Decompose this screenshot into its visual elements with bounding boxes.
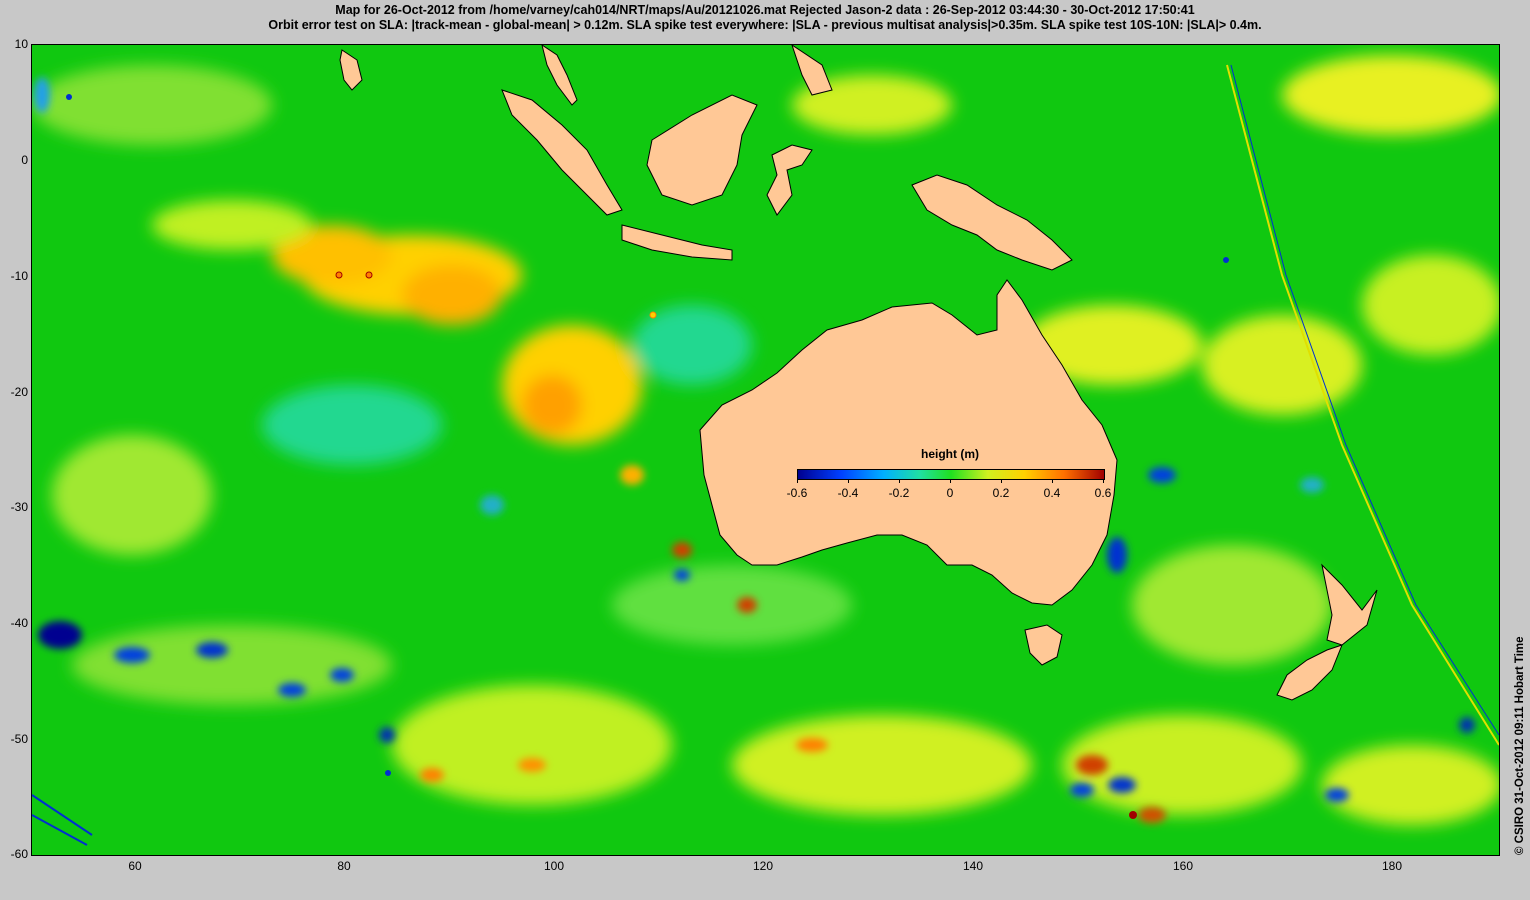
- x-tick-label: 120: [752, 859, 774, 873]
- rejected-point: [1223, 257, 1229, 263]
- y-tick-label: -10: [10, 269, 28, 283]
- sea-level-anomaly-map: [32, 45, 1499, 855]
- x-tick-label: 80: [337, 859, 351, 873]
- rejected-point: [385, 770, 391, 776]
- colorbar-tick: [1001, 479, 1002, 483]
- colorbar: [797, 469, 1105, 480]
- colorbar-label: 0: [946, 486, 954, 500]
- x-tick-label: 140: [962, 859, 984, 873]
- colorbar-label: 0.2: [992, 486, 1010, 500]
- colorbar-tick: [899, 479, 900, 483]
- y-tick-label: -60: [10, 847, 28, 861]
- colorbar-tick: [797, 479, 798, 483]
- map-title-line-2: Orbit error test on SLA: |track-mean - g…: [268, 18, 1262, 32]
- map-plot-area[interactable]: [31, 44, 1500, 856]
- colorbar-label: -0.6: [786, 486, 808, 500]
- y-tick-label: -50: [10, 732, 28, 746]
- colorbar-label: 0.6: [1094, 486, 1112, 500]
- y-tick-label: 10: [14, 37, 28, 51]
- colorbar-tick: [848, 479, 849, 483]
- colorbar-label: -0.4: [837, 486, 859, 500]
- rejected-point: [365, 271, 373, 279]
- colorbar-label: 0.4: [1043, 486, 1061, 500]
- map-title-line-1: Map for 26-Oct-2012 from /home/varney/ca…: [335, 3, 1195, 17]
- colorbar-tick: [950, 479, 951, 483]
- y-tick-label: -20: [10, 385, 28, 399]
- rejected-point: [1129, 811, 1137, 819]
- rejected-point: [335, 271, 343, 279]
- x-tick-label: 160: [1172, 859, 1194, 873]
- x-tick-label: 60: [128, 859, 142, 873]
- colorbar-title: height (m): [921, 447, 979, 461]
- x-tick-label: 100: [543, 859, 565, 873]
- copyright-credit: © CSIRO 31-Oct-2012 09:11 Hobart Time: [1514, 636, 1526, 855]
- rejected-point: [649, 311, 657, 319]
- y-tick-label: 0: [21, 153, 28, 167]
- rejected-point: [66, 94, 72, 100]
- colorbar-tick: [1103, 479, 1104, 483]
- colorbar-tick: [1052, 479, 1053, 483]
- y-tick-label: -40: [10, 616, 28, 630]
- x-tick-label: 180: [1381, 859, 1403, 873]
- colorbar-label: -0.2: [888, 486, 910, 500]
- y-tick-label: -30: [10, 500, 28, 514]
